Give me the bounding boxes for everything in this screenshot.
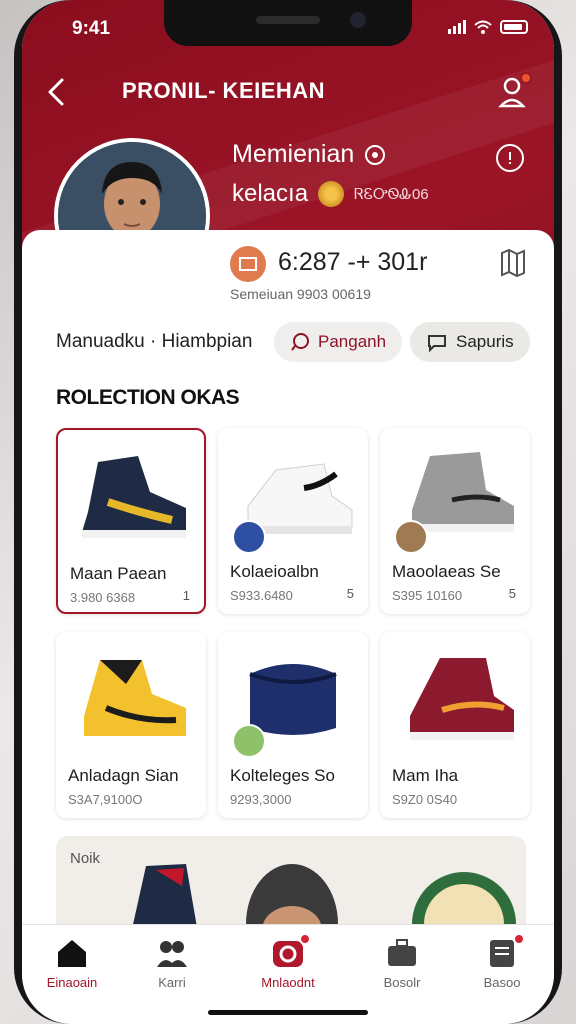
home-indicator bbox=[208, 1010, 368, 1015]
sneaker-image bbox=[82, 456, 186, 538]
owner-badge-icon bbox=[232, 520, 266, 554]
tab-label: Karri bbox=[158, 975, 186, 990]
collection-item[interactable]: Kolaeioalbn S933.6480 5 bbox=[218, 428, 368, 614]
phone-frame: 9:41 PRONIL- KEIEHAN Memienian kelacıa Ꮢ… bbox=[14, 0, 562, 1024]
status-time: 9:41 bbox=[72, 18, 111, 39]
profile-name-row: Memienian bbox=[232, 140, 386, 169]
sapuris-label: Sapuris bbox=[456, 332, 514, 351]
user-button[interactable] bbox=[496, 72, 532, 112]
briefcase-icon bbox=[388, 939, 416, 966]
message-icon bbox=[428, 335, 446, 352]
status-icons bbox=[448, 20, 528, 34]
profile-sub-label: kelacıa bbox=[232, 180, 309, 207]
tab-label: Einaoain bbox=[46, 975, 98, 990]
item-name: Mam Iha bbox=[392, 766, 459, 785]
item-count: 5 bbox=[508, 586, 516, 601]
collection-item[interactable]: Maoolaeas Se S395 10160 5 bbox=[380, 428, 530, 614]
item-price: S933.6480 bbox=[230, 588, 293, 603]
collection-item[interactable]: Mam Iha S9Z0 0S40 bbox=[380, 632, 530, 818]
profile-name: Memienian bbox=[232, 140, 355, 168]
item-name: Kolteleges So bbox=[230, 766, 335, 785]
profile-sub-small: ᏒᏋᎤᏫᎲ06 bbox=[354, 185, 429, 203]
chat-icon bbox=[291, 333, 309, 351]
section-label: Manuadku · Hiambpian bbox=[56, 331, 253, 352]
owner-badge-icon bbox=[394, 520, 428, 554]
map-icon[interactable] bbox=[500, 248, 526, 278]
tab-documents[interactable]: Basoo bbox=[462, 933, 542, 1007]
stats-icon bbox=[230, 246, 266, 282]
more-options-button[interactable] bbox=[496, 144, 524, 172]
tab-camera[interactable]: Mnlaodnt bbox=[248, 933, 328, 1007]
home-icon bbox=[58, 940, 86, 967]
item-count: 1 bbox=[182, 588, 190, 603]
stat-sub: Semeiuan 9903 00619 bbox=[230, 286, 371, 302]
tab-home[interactable]: Einaoain bbox=[32, 937, 112, 1007]
collection-item[interactable]: Kolteleges So 9293,3000 bbox=[218, 632, 368, 818]
profile-sub-row: kelacıa ᏒᏋᎤᏫᎲ06 bbox=[232, 180, 429, 208]
sapuris-button[interactable]: Sapuris bbox=[410, 322, 530, 362]
tab-badge bbox=[513, 933, 525, 945]
item-count: 5 bbox=[346, 586, 354, 601]
item-name: Maan Paean bbox=[70, 564, 167, 583]
sneaker-image bbox=[84, 660, 186, 736]
tab-label: Bosolr bbox=[383, 975, 421, 990]
collection-item[interactable]: Anladagn Sian S3A7,9100O bbox=[56, 632, 206, 818]
item-name: Maoolaeas Se bbox=[392, 562, 501, 581]
verified-icon bbox=[365, 144, 386, 165]
document-icon bbox=[485, 933, 525, 969]
notification-dot bbox=[520, 72, 532, 84]
tab-bar: Einaoain Karri Mnlaodnt Bosolr Basoo bbox=[22, 924, 554, 1024]
tab-badge bbox=[299, 933, 311, 945]
notch bbox=[164, 0, 412, 46]
tab-label: Basoo bbox=[483, 975, 521, 990]
signal-icon bbox=[448, 20, 466, 34]
item-name: Kolaeioalbn bbox=[230, 562, 319, 581]
wifi-icon bbox=[474, 20, 492, 34]
item-price: 9293,3000 bbox=[230, 792, 292, 807]
people-icon bbox=[157, 941, 187, 967]
screen: 9:41 PRONIL- KEIEHAN Memienian kelacıa Ꮢ… bbox=[22, 0, 554, 1024]
actions-row: Manuadku · Hiambpian Panganh Sapuris bbox=[56, 322, 536, 362]
tab-briefcase[interactable]: Bosolr bbox=[362, 937, 442, 1007]
item-name: Anladagn Sian bbox=[68, 766, 179, 785]
sneaker-image bbox=[410, 658, 514, 740]
panganh-label: Panganh bbox=[318, 332, 387, 351]
collection-title: ROLECTION OKAS bbox=[56, 386, 240, 409]
tab-label: Mnlaodnt bbox=[261, 975, 315, 990]
camera-icon bbox=[271, 933, 311, 969]
battery-icon bbox=[500, 20, 528, 34]
panganh-button[interactable]: Panganh bbox=[274, 322, 403, 362]
stat-value: 6:287 -+ 301r bbox=[278, 248, 428, 276]
more-icon bbox=[509, 152, 511, 164]
item-price: 3.980 6368 bbox=[70, 590, 136, 605]
owner-badge-icon bbox=[232, 724, 266, 758]
back-button[interactable] bbox=[42, 74, 74, 110]
item-price: S3A7,9100O bbox=[68, 792, 143, 807]
gold-medal-icon bbox=[318, 181, 345, 207]
tab-people[interactable]: Karri bbox=[132, 937, 212, 1007]
item-price: S395 10160 bbox=[392, 588, 463, 603]
top-bar: PRONIL- KEIEHAN bbox=[22, 66, 554, 118]
item-price: S9Z0 0S40 bbox=[392, 792, 458, 807]
page-title: PRONIL- KEIEHAN bbox=[122, 78, 326, 103]
collection-item[interactable]: Maan Paean 3.980 6368 1 bbox=[56, 428, 206, 614]
